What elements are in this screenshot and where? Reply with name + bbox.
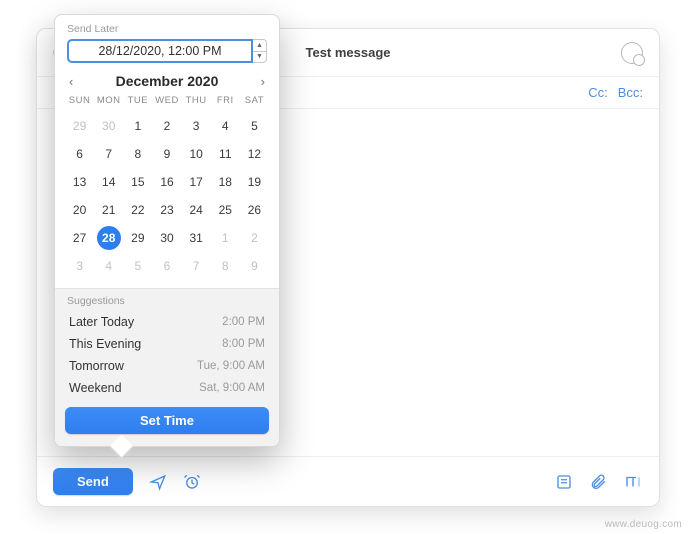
calendar-day[interactable]: 17 bbox=[182, 170, 211, 194]
date-time-field-wrap: ▲ ▼ bbox=[67, 39, 267, 63]
calendar-day[interactable]: 21 bbox=[94, 198, 123, 222]
subject-title: Test message bbox=[305, 45, 390, 60]
suggestion-label: Weekend bbox=[69, 381, 122, 395]
calendar-day[interactable]: 1 bbox=[211, 226, 240, 250]
suggestion-row[interactable]: Weekend Sat, 9:00 AM bbox=[65, 377, 269, 399]
month-nav: ‹ December 2020 › bbox=[55, 71, 279, 95]
month-title: December 2020 bbox=[116, 73, 219, 89]
calendar-day[interactable]: 2 bbox=[240, 226, 269, 250]
next-month-icon[interactable]: › bbox=[261, 74, 265, 89]
suggestion-label: Tomorrow bbox=[69, 359, 124, 373]
suggestion-time: Sat, 9:00 AM bbox=[199, 382, 265, 394]
attachment-icon[interactable] bbox=[589, 473, 607, 491]
template-icon[interactable] bbox=[555, 473, 573, 491]
recipient-add-icon[interactable] bbox=[621, 42, 643, 64]
calendar-day[interactable]: 18 bbox=[211, 170, 240, 194]
suggestion-time: 8:00 PM bbox=[222, 338, 265, 350]
calendar-day[interactable]: 5 bbox=[240, 114, 269, 138]
set-time-button[interactable]: Set Time bbox=[65, 407, 269, 434]
calendar-day[interactable]: 12 bbox=[240, 142, 269, 166]
calendar-day[interactable]: 26 bbox=[240, 198, 269, 222]
calendar-day[interactable]: 20 bbox=[65, 198, 94, 222]
calendar-day[interactable]: 6 bbox=[152, 254, 181, 278]
calendar-day[interactable]: 8 bbox=[123, 142, 152, 166]
calendar-day[interactable]: 3 bbox=[182, 114, 211, 138]
dow-label: TUE bbox=[123, 95, 152, 110]
watermark: www.deuog.com bbox=[605, 519, 682, 530]
popover-title: Send Later bbox=[55, 15, 279, 39]
calendar-day[interactable]: 1 bbox=[123, 114, 152, 138]
suggestions-title: Suggestions bbox=[65, 295, 269, 311]
send-later-icon[interactable] bbox=[149, 473, 167, 491]
calendar-day[interactable]: 25 bbox=[211, 198, 240, 222]
dow-label: SUN bbox=[65, 95, 94, 110]
calendar-day[interactable]: 16 bbox=[152, 170, 181, 194]
calendar-day[interactable]: 24 bbox=[182, 198, 211, 222]
calendar-day[interactable]: 31 bbox=[182, 226, 211, 250]
calendar-day[interactable]: 27 bbox=[65, 226, 94, 250]
calendar-day[interactable]: 8 bbox=[211, 254, 240, 278]
send-later-popover: Send Later ▲ ▼ ‹ December 2020 › SUNMONT… bbox=[54, 14, 280, 447]
calendar-day[interactable]: 6 bbox=[65, 142, 94, 166]
calendar-day[interactable]: 4 bbox=[94, 254, 123, 278]
calendar-day[interactable]: 5 bbox=[123, 254, 152, 278]
prev-month-icon[interactable]: ‹ bbox=[69, 74, 73, 89]
calendar-day[interactable]: 23 bbox=[152, 198, 181, 222]
calendar-day[interactable]: 9 bbox=[152, 142, 181, 166]
suggestion-label: Later Today bbox=[69, 315, 134, 329]
calendar-grid: SUNMONTUEWEDTHUFRISAT2930123456789101112… bbox=[55, 95, 279, 288]
calendar-day[interactable]: 2 bbox=[152, 114, 181, 138]
dow-label: FRI bbox=[211, 95, 240, 110]
suggestion-row[interactable]: Tomorrow Tue, 9:00 AM bbox=[65, 355, 269, 377]
suggestion-label: This Evening bbox=[69, 337, 141, 351]
suggestion-time: Tue, 9:00 AM bbox=[197, 360, 265, 372]
stepper-down-icon[interactable]: ▼ bbox=[253, 52, 266, 63]
calendar-day[interactable]: 4 bbox=[211, 114, 240, 138]
calendar-day[interactable]: 11 bbox=[211, 142, 240, 166]
calendar-day[interactable]: 7 bbox=[182, 254, 211, 278]
calendar-day[interactable]: 19 bbox=[240, 170, 269, 194]
cc-button[interactable]: Cc: bbox=[588, 85, 608, 100]
suggestion-time: 2:00 PM bbox=[222, 316, 265, 328]
stepper[interactable]: ▲ ▼ bbox=[253, 39, 267, 63]
calendar-day[interactable]: 30 bbox=[94, 114, 123, 138]
calendar-day[interactable]: 9 bbox=[240, 254, 269, 278]
calendar-day-selected[interactable]: 28 bbox=[97, 226, 121, 250]
calendar-day[interactable]: 22 bbox=[123, 198, 152, 222]
suggestion-row[interactable]: This Evening 8:00 PM bbox=[65, 333, 269, 355]
reminder-icon[interactable] bbox=[183, 473, 201, 491]
stepper-up-icon[interactable]: ▲ bbox=[253, 40, 266, 52]
calendar-day[interactable]: 30 bbox=[152, 226, 181, 250]
calendar-day[interactable]: 10 bbox=[182, 142, 211, 166]
format-icon[interactable] bbox=[623, 473, 643, 491]
suggestions-panel: Suggestions Later Today 2:00 PM This Eveni… bbox=[55, 288, 279, 446]
dow-label: SAT bbox=[240, 95, 269, 110]
calendar-day[interactable]: 3 bbox=[65, 254, 94, 278]
compose-toolbar: Send bbox=[37, 456, 659, 506]
date-time-input[interactable] bbox=[67, 39, 253, 63]
suggestion-row[interactable]: Later Today 2:00 PM bbox=[65, 311, 269, 333]
calendar-day[interactable]: 14 bbox=[94, 170, 123, 194]
calendar-day[interactable]: 29 bbox=[123, 226, 152, 250]
calendar-day[interactable]: 15 bbox=[123, 170, 152, 194]
calendar-day[interactable]: 7 bbox=[94, 142, 123, 166]
dow-label: MON bbox=[94, 95, 123, 110]
calendar-day[interactable]: 13 bbox=[65, 170, 94, 194]
calendar-day[interactable]: 29 bbox=[65, 114, 94, 138]
dow-label: WED bbox=[152, 95, 181, 110]
dow-label: THU bbox=[182, 95, 211, 110]
bcc-button[interactable]: Bcc: bbox=[618, 85, 643, 100]
send-button[interactable]: Send bbox=[53, 468, 133, 495]
